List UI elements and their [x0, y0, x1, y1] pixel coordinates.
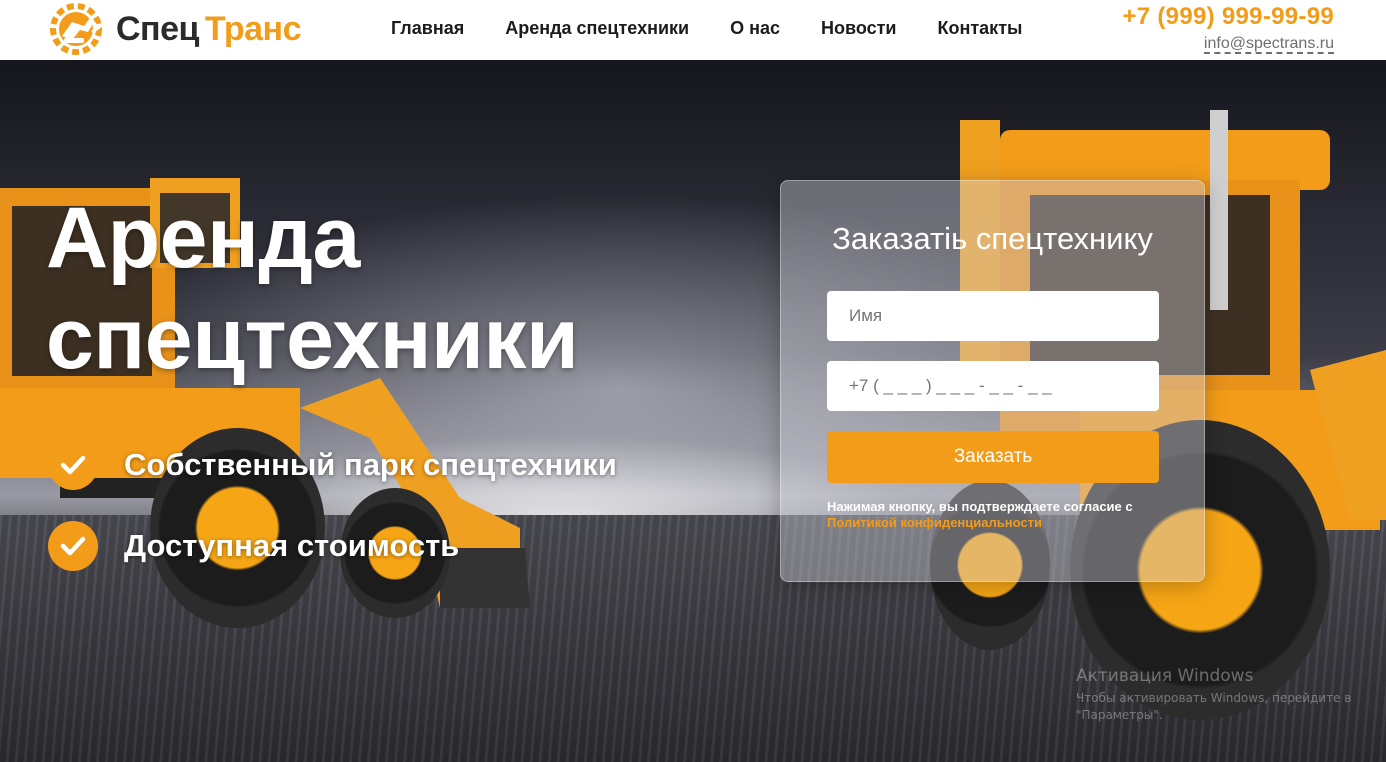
header-contacts: +7 (999) 999-99-99 info@spectrans.ru — [1122, 3, 1334, 54]
logo-text-part2: Транс — [204, 9, 302, 48]
check-icon — [48, 521, 98, 571]
windows-activation-watermark: Активация Windows Чтобы активировать Win… — [1076, 666, 1351, 724]
logo[interactable]: Спец Транс — [46, 2, 302, 56]
order-form: Заказатіь спецтехнику Заказать Нажимая к… — [780, 180, 1205, 582]
logo-text: Спец Транс — [116, 9, 302, 49]
feature-own-fleet: Собственный парк спецтехники — [48, 440, 617, 490]
email-link[interactable]: info@spectrans.ru — [1203, 35, 1334, 54]
nav-link-home[interactable]: Главная — [391, 18, 464, 39]
hero-title-line1: Аренда — [46, 190, 360, 286]
watermark-line1: Чтобы активировать Windows, перейдите в — [1076, 691, 1352, 705]
hero-title: Аренда спецтехники — [46, 188, 579, 390]
phone-input[interactable] — [827, 361, 1159, 411]
check-icon — [48, 440, 98, 490]
hero-section: Аренда спецтехники Собственный парк спец… — [0, 60, 1386, 762]
logo-text-part1: Спец — [116, 9, 199, 48]
form-title: Заказатіь спецтехнику — [832, 221, 1153, 256]
feature-text-affordable-price: Доступная стоимость — [124, 528, 460, 563]
consent-text: Нажимая кнопку, вы подтверждаете согласи… — [827, 499, 1167, 531]
excavator-gear-icon — [46, 2, 108, 56]
main-nav: Главная Аренда спецтехники О нас Новости… — [391, 18, 1063, 39]
site-header: Спец Транс Главная Аренда спецтехники О н… — [0, 0, 1386, 60]
nav-link-contacts[interactable]: Контакты — [938, 18, 1023, 39]
name-input[interactable] — [827, 291, 1159, 341]
nav-link-rent[interactable]: Аренда спецтехники — [505, 18, 689, 39]
phone-link[interactable]: +7 (999) 999-99-99 — [1122, 3, 1334, 31]
nav-link-about[interactable]: О нас — [730, 18, 780, 39]
feature-text-own-fleet: Собственный парк спецтехники — [124, 447, 617, 482]
order-button[interactable]: Заказать — [827, 431, 1159, 483]
feature-affordable-price: Доступная стоимость — [48, 521, 459, 571]
privacy-policy-link[interactable]: Политикой конфиденциальности — [827, 515, 1042, 530]
consent-text-body: Нажимая кнопку, вы подтверждаете согласи… — [827, 499, 1133, 514]
nav-link-news[interactable]: Новости — [821, 18, 896, 39]
watermark-line2: "Параметры". — [1076, 708, 1163, 722]
watermark-title: Активация Windows — [1076, 666, 1254, 686]
hero-title-line2: спецтехники — [46, 291, 579, 387]
